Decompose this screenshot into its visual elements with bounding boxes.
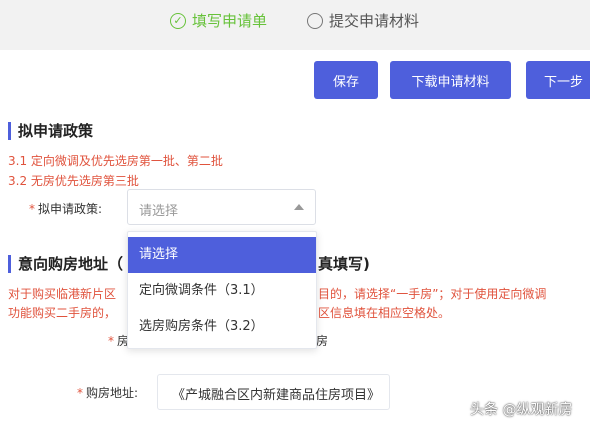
dropdown-option[interactable]: 选房购房条件（3.2） — [128, 309, 316, 345]
address-label: * 购房地址: — [77, 386, 139, 400]
chevron-up-icon — [294, 204, 304, 210]
section-marker — [8, 254, 11, 273]
download-materials-button[interactable]: 下载申请材料 — [390, 61, 511, 99]
section-title-policy: 拟申请政策 — [8, 120, 93, 141]
section-title-text: 意向购房地址（ — [18, 255, 124, 273]
section-title-text: 拟申请政策 — [18, 122, 94, 140]
section-marker — [8, 121, 11, 140]
policy-label: * 拟申请政策: — [29, 202, 103, 216]
step-fill-form[interactable]: ✓ 填写申请单 — [170, 10, 267, 31]
section-title-address: 意向购房地址（ — [8, 253, 123, 274]
policy-note: 3.2 无房优先选房第三批 — [8, 174, 139, 188]
check-circle-icon: ✓ — [170, 12, 186, 29]
watermark: 头条 @纵观新房 — [470, 402, 573, 418]
step-bar: ✓ 填写申请单 提交申请材料 — [0, 0, 590, 50]
step-label: 提交申请材料 — [329, 12, 420, 30]
step-label: 填写申请单 — [192, 12, 268, 30]
house-type-label: * 房 — [108, 334, 130, 348]
section-title-address-end: 真填写) — [318, 255, 370, 273]
address-input[interactable]: 《产城融合区内新建商品住房项目》 — [157, 374, 390, 410]
dropdown-option[interactable]: 定向微调条件（3.1） — [128, 273, 316, 309]
address-value: 《产城融合区内新建商品住房项目》 — [172, 388, 381, 403]
address-note: 区信息填在相应空格处。 — [318, 306, 451, 320]
step-submit-materials[interactable]: 提交申请材料 — [307, 10, 419, 31]
address-note: 对于购买临港新片区 — [8, 287, 117, 301]
address-note: 目的，请选择“一手房”；对于使用定向微调 — [318, 287, 547, 301]
dropdown-option[interactable]: 请选择 — [128, 237, 316, 273]
policy-select[interactable]: 请选择 — [127, 189, 316, 225]
address-note: 功能购买二手房的， — [8, 306, 117, 320]
policy-note: 3.1 定向微调及优先选房第一批、第二批 — [8, 154, 223, 168]
select-placeholder: 请选择 — [139, 204, 179, 219]
house-type-option[interactable]: 房 — [316, 332, 328, 349]
policy-dropdown: 请选择 定向微调条件（3.1） 选房购房条件（3.2） — [127, 231, 317, 349]
next-step-button[interactable]: 下一步 — [526, 61, 590, 99]
radio-circle-icon — [307, 12, 323, 29]
save-button[interactable]: 保存 — [314, 61, 378, 99]
